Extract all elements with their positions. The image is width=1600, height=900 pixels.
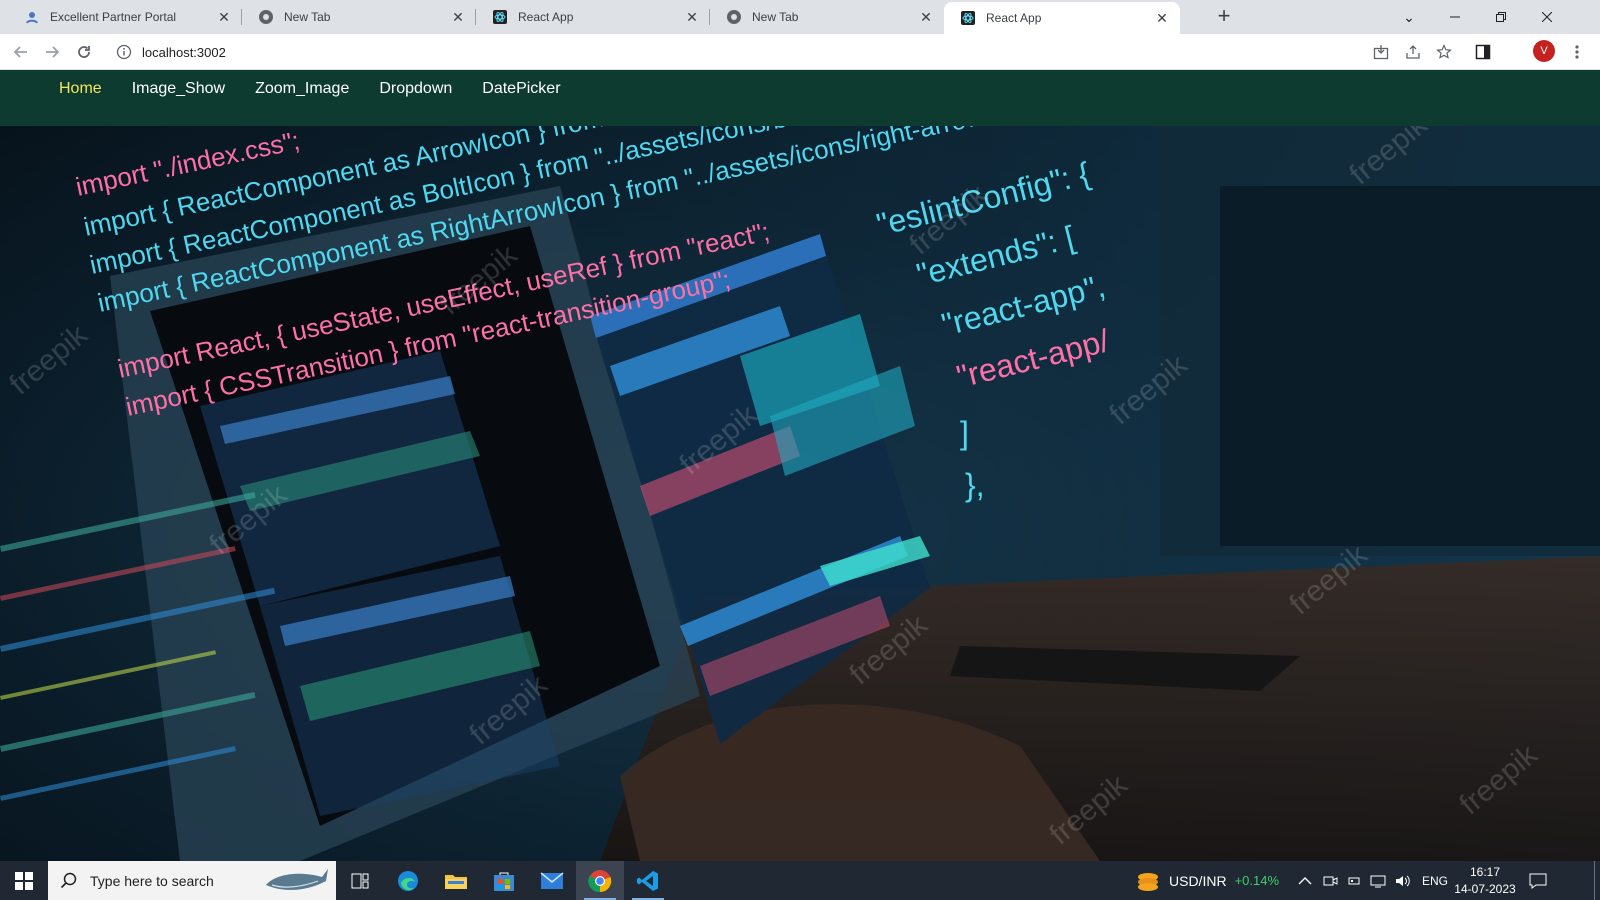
address-bar[interactable]: localhost:3002 [108,37,1548,67]
system-tray-icons: ENG [1298,861,1460,900]
taskbar-file-explorer[interactable] [432,861,480,900]
reload-icon [78,46,90,58]
tab-title: Excellent Partner Portal [50,10,177,24]
new-tab-button[interactable]: + [1212,5,1236,29]
taskbar-vscode[interactable] [624,861,672,900]
meet-now-icon[interactable] [1322,873,1338,889]
kebab-menu-icon [1575,45,1579,59]
clock[interactable]: 16:17 14-07-2023 [1452,861,1518,900]
hero-background-image: import "./index.css"; import { ReactComp… [0,126,1600,861]
browser-menu-button[interactable] [1565,40,1589,64]
windows-logo-icon [15,871,33,890]
folder-icon [445,874,467,889]
eslint-line-6: }, [965,467,985,503]
eslint-line-5: ] [960,415,969,451]
close-icon [1542,12,1552,22]
url-text: localhost:3002 [142,44,226,60]
show-desktop-button[interactable] [1594,861,1600,900]
task-view-button[interactable] [336,861,384,900]
tab-title: React App [518,10,574,24]
close-window-button[interactable] [1524,0,1570,34]
back-button[interactable] [9,40,33,64]
ticker-label: USD/INR [1169,872,1227,889]
vscode-icon [637,870,658,891]
ticker-change: +0.14% [1234,873,1280,888]
mail-icon [540,871,564,889]
taskbar-search-box[interactable]: Type here to search [48,861,336,900]
taskbar-mail[interactable] [528,861,576,900]
nav-dropdown[interactable]: Dropdown [379,79,452,99]
menu-spacer [1535,40,1559,64]
hero-illustration: import "./index.css"; import { ReactComp… [0,126,1600,861]
share-button[interactable] [1401,40,1425,64]
taskbar-store[interactable] [480,861,528,900]
portal-favicon-icon [26,12,38,24]
search-placeholder: Type here to search [90,872,214,889]
minimize-icon [1450,16,1460,18]
side-panel-icon [1475,44,1491,60]
bookmark-button[interactable] [1432,40,1456,64]
chrome-favicon-icon [259,10,273,24]
site-info-icon[interactable] [116,44,132,60]
tab-title: New Tab [284,10,331,24]
tab-react-app-active[interactable]: React App ✕ [944,2,1180,34]
tab-search-chevron-icon[interactable]: ⌄ [1386,0,1432,34]
network-icon[interactable] [1370,873,1386,889]
tab-new-tab[interactable]: New Tab ✕ [710,0,944,34]
forward-arrow-icon [46,46,60,58]
background-monitor-screen [1220,186,1600,546]
close-tab-icon[interactable]: ✕ [1154,10,1170,26]
volume-icon[interactable] [1394,873,1412,889]
usb-device-icon[interactable] [1346,873,1362,889]
minimize-button[interactable] [1432,0,1478,34]
install-app-button[interactable] [1369,40,1393,64]
close-tab-icon[interactable]: ✕ [216,9,232,25]
nav-zoom-image[interactable]: Zoom_Image [255,79,349,99]
browser-tab-strip: Excellent Partner Portal ✕ New Tab ✕ Rea… [0,0,1600,34]
close-tab-icon[interactable]: ✕ [918,9,934,25]
nav-image-show[interactable]: Image_Show [132,79,225,99]
notification-icon [1529,873,1547,889]
forward-button[interactable] [40,40,64,64]
nav-datepicker[interactable]: DatePicker [482,79,560,99]
currency-coins-icon [1138,872,1158,891]
clock-time: 16:17 [1469,865,1501,879]
start-button[interactable] [0,861,48,900]
restore-icon [1496,12,1506,22]
tab-excellent-partner-portal[interactable]: Excellent Partner Portal ✕ [8,0,242,34]
browser-toolbar: localhost:3002 V [0,34,1600,70]
windows-taskbar: Type here to search USD/INR +0.14% ENG 1… [0,861,1600,900]
taskbar-edge[interactable] [384,861,432,900]
tab-react-app[interactable]: React App ✕ [476,0,710,34]
search-highlight-whale-icon [266,869,328,890]
taskbar-chrome[interactable] [576,861,624,900]
task-view-icon [351,873,369,888]
chrome-favicon-icon [727,10,741,24]
show-hidden-icons-chevron-icon[interactable] [1298,876,1312,886]
nav-home[interactable]: Home [59,79,102,99]
star-icon [1436,44,1452,59]
share-icon [1406,45,1420,59]
app-navbar: Home Image_Show Zoom_Image Dropdown Date… [0,70,1600,126]
input-language[interactable]: ENG [1422,874,1448,888]
reload-button[interactable] [72,40,96,64]
tab-new-tab[interactable]: New Tab ✕ [242,0,476,34]
notification-center-button[interactable] [1522,861,1554,900]
install-icon [1373,45,1389,60]
react-favicon-icon [493,10,507,24]
restore-button[interactable] [1478,0,1524,34]
tab-title: React App [986,11,1042,25]
edge-browser-icon [398,870,418,891]
clock-date: 14-07-2023 [1454,882,1516,896]
close-tab-icon[interactable]: ✕ [684,9,700,25]
chrome-icon [588,869,612,892]
back-arrow-icon [13,46,27,58]
react-favicon-icon [961,11,975,25]
store-bag-icon [494,872,514,891]
close-tab-icon[interactable]: ✕ [450,9,466,25]
side-panel-button[interactable] [1471,40,1495,64]
tab-title: New Tab [752,10,799,24]
stock-ticker-widget[interactable]: USD/INR +0.14% [1135,861,1279,900]
search-icon [60,872,77,888]
